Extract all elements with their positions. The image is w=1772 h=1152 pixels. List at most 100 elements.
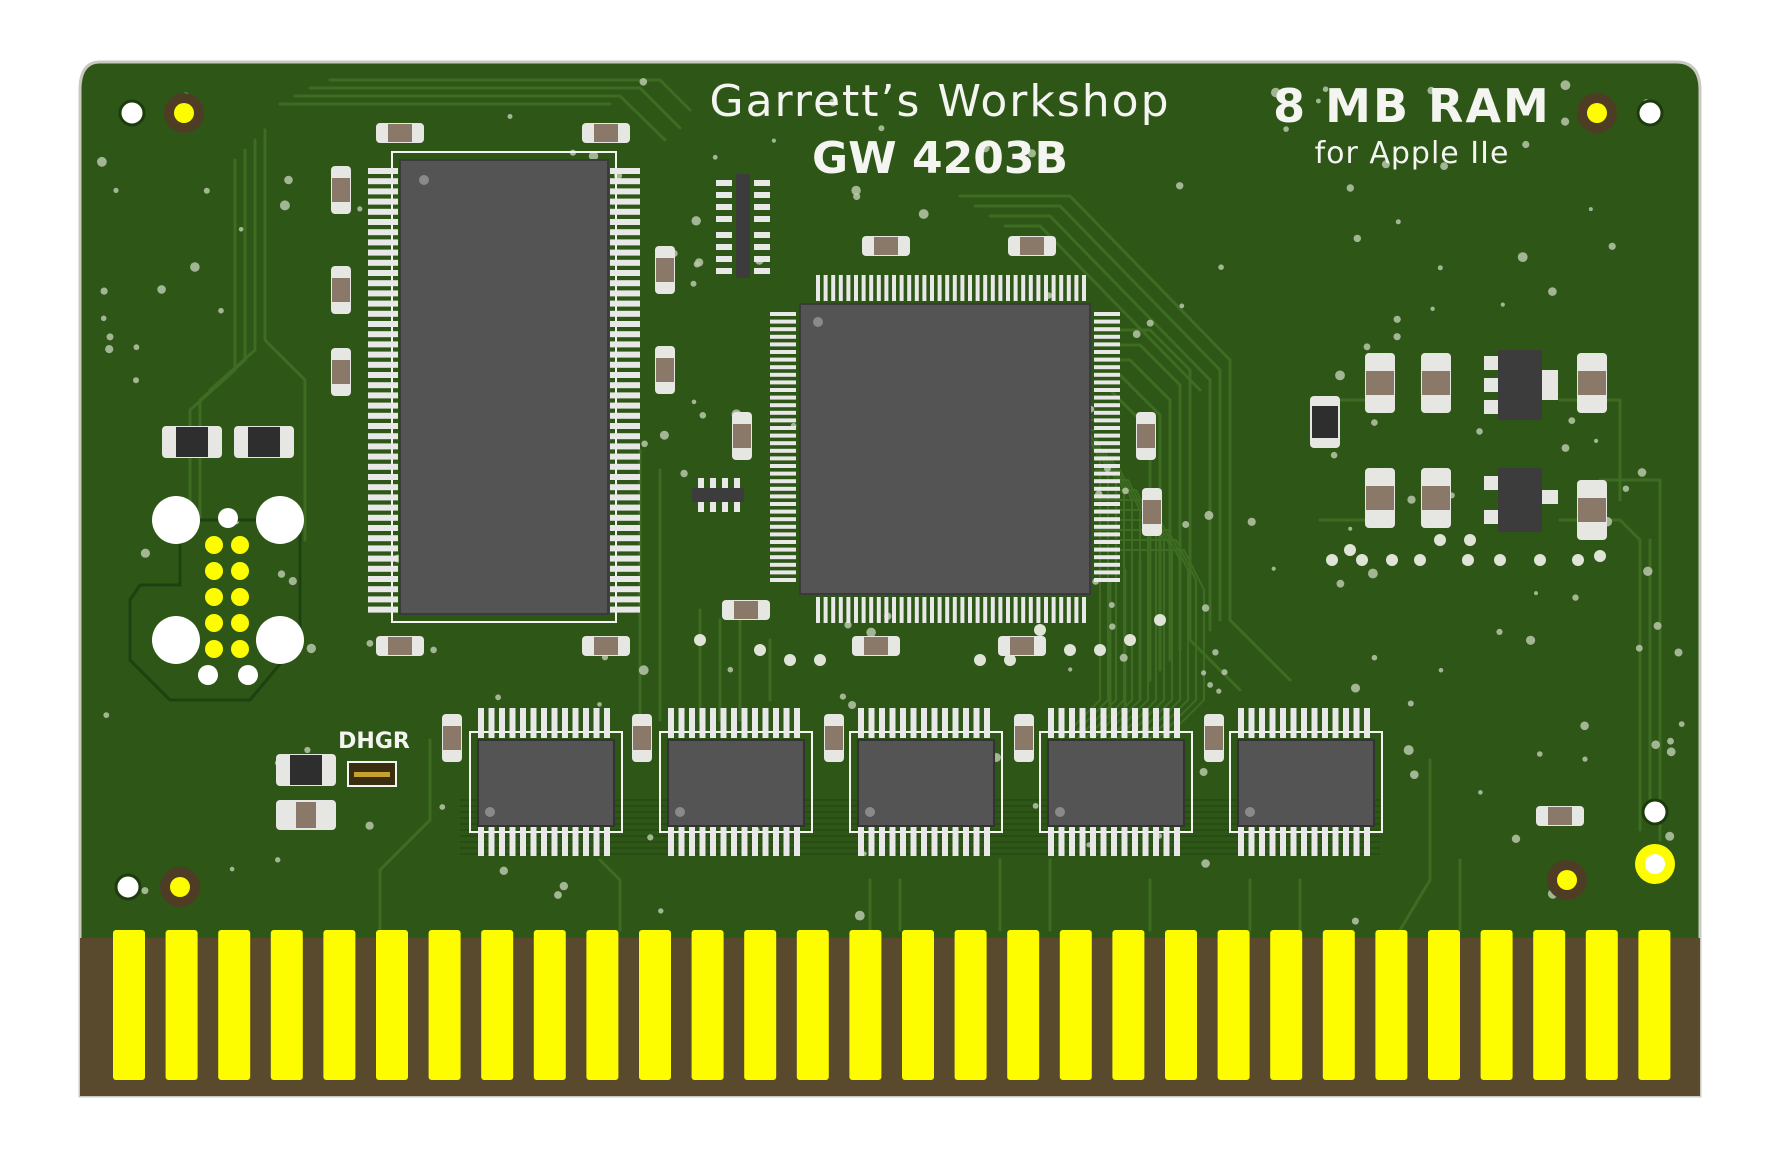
via <box>680 469 688 478</box>
rn-pad <box>754 244 770 250</box>
qfp-pin <box>1094 494 1120 499</box>
via <box>1437 265 1443 271</box>
via <box>1132 330 1141 338</box>
qfp-pin <box>975 275 980 301</box>
sram-pin <box>610 331 640 338</box>
sram-pin <box>368 280 398 287</box>
large-hole <box>256 616 304 664</box>
ram-chip-pin <box>572 826 579 856</box>
qfp-pin <box>1044 275 1048 301</box>
ram-chip-pin <box>509 826 516 856</box>
gold-finger <box>849 930 882 1080</box>
sram-pin <box>368 576 398 582</box>
via <box>1124 634 1136 646</box>
qfp-pin <box>1094 426 1120 430</box>
via <box>1386 554 1398 566</box>
sram-pin <box>368 596 398 603</box>
ram-chip-pin <box>583 708 589 738</box>
qfp-pin <box>892 275 896 301</box>
pin1-marker <box>675 807 685 817</box>
sram-pin <box>610 576 640 582</box>
ram-chip-pin <box>1079 708 1086 738</box>
ram-chip-pin <box>1259 708 1265 738</box>
part-number-label: GW 4203B <box>812 133 1068 184</box>
ram-chip-pin <box>752 708 758 738</box>
ram-chip-pin <box>668 708 674 738</box>
rn-pad <box>716 192 732 198</box>
gold-finger <box>1322 930 1355 1080</box>
rn-pad <box>734 478 740 488</box>
sram-pin <box>368 545 398 552</box>
via <box>1674 648 1683 657</box>
sram-pin <box>610 453 640 460</box>
small-hole <box>198 665 218 685</box>
via <box>1146 319 1154 327</box>
ram-chip-pin <box>1100 826 1107 856</box>
smd-diode-body <box>1312 406 1338 438</box>
via <box>1216 688 1222 694</box>
qfp-pin <box>937 275 942 301</box>
via <box>754 644 766 656</box>
via <box>1179 303 1185 309</box>
sram-pin <box>368 188 398 195</box>
ram-chip-pin <box>984 826 990 856</box>
ram-chip-pin <box>1153 708 1159 738</box>
regulator-pad <box>1484 510 1500 524</box>
qfp-pin <box>770 494 796 499</box>
ram-chip-pin <box>499 826 505 856</box>
via <box>1561 444 1570 452</box>
qfp-pin <box>1094 555 1120 560</box>
sram-pin <box>610 270 640 276</box>
resistor-network <box>736 174 750 226</box>
rn-pad <box>698 478 704 488</box>
qfp-pin <box>1094 350 1120 354</box>
via <box>1154 614 1166 626</box>
smd-diode-body <box>176 427 208 457</box>
sram-pin <box>610 494 640 501</box>
qfp-pin <box>1074 275 1079 301</box>
ram-chip-pin <box>741 826 748 856</box>
via <box>218 307 224 314</box>
qfp-pin <box>975 597 980 623</box>
via <box>559 881 568 891</box>
sram-pin <box>368 586 398 593</box>
smd-resistor-body <box>594 124 618 142</box>
sram-pin <box>368 229 398 236</box>
qfp-pin <box>998 597 1003 623</box>
header-pin <box>231 536 249 554</box>
qfp-pin <box>770 365 796 370</box>
via <box>1344 544 1356 556</box>
via <box>1643 566 1653 576</box>
via <box>854 910 865 921</box>
qfp-pin <box>854 275 858 301</box>
gold-finger <box>481 930 514 1080</box>
via <box>1572 554 1584 566</box>
gold-finger <box>954 930 987 1080</box>
qfp-pin <box>1036 275 1041 301</box>
sram-pin <box>610 565 640 572</box>
ram-chip-pin <box>689 826 695 856</box>
qfp-pin <box>907 597 912 623</box>
sram-pin <box>610 341 640 348</box>
ram-chip-pin <box>593 826 600 856</box>
via <box>814 654 826 666</box>
via <box>1182 521 1190 528</box>
via <box>1517 252 1528 262</box>
smd-resistor-body <box>733 424 751 448</box>
gold-finger <box>1480 930 1513 1080</box>
sram-pin <box>368 443 398 450</box>
via <box>597 702 602 707</box>
ram-chip-body <box>1237 739 1375 827</box>
regulator-body <box>1498 468 1542 532</box>
gold-finger <box>1059 930 1092 1080</box>
sram-pin <box>368 321 398 327</box>
qfp-pin <box>998 275 1003 301</box>
dhgr-jumper <box>347 761 397 787</box>
via <box>659 430 669 440</box>
qfp-pin <box>1094 410 1120 415</box>
ram-chip-pin <box>1238 826 1244 856</box>
via <box>690 280 697 287</box>
smd-resistor-body <box>1020 237 1044 255</box>
ram-chip-pin <box>931 826 938 856</box>
regulator-pad <box>1484 476 1500 490</box>
